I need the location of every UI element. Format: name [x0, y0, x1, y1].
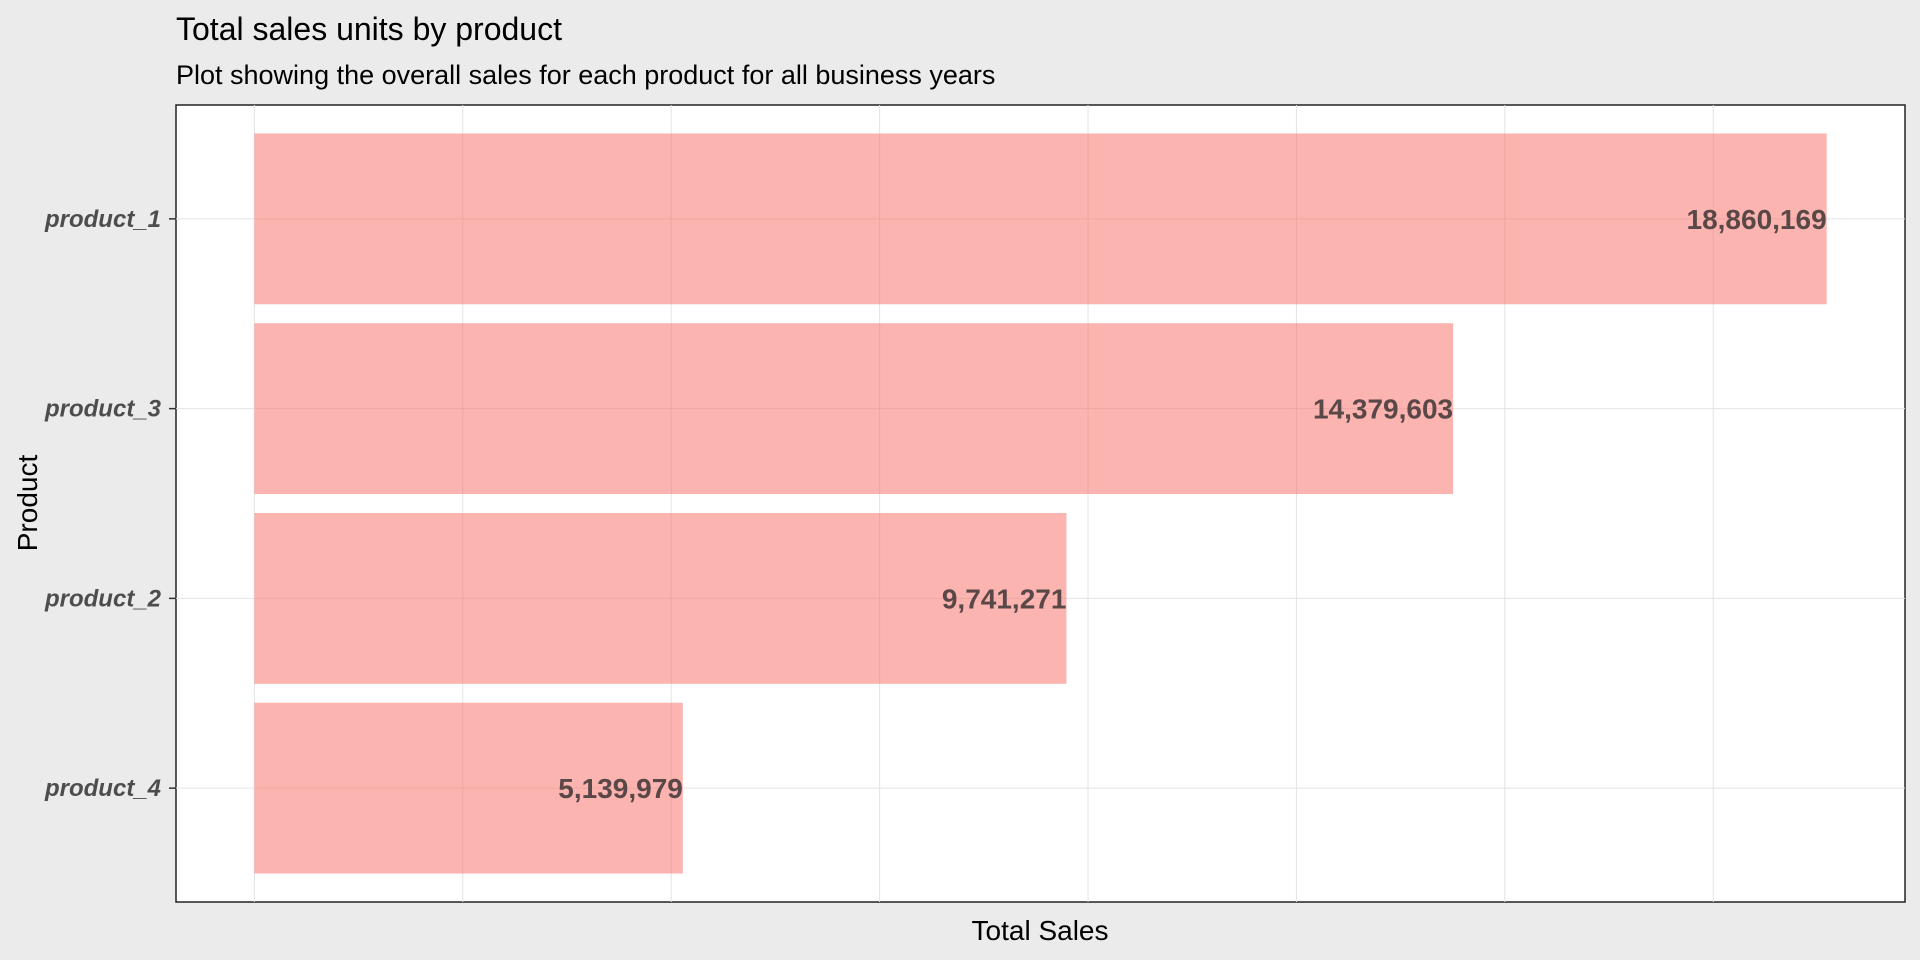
y-tick-label: product_1	[44, 206, 161, 233]
chart-title: Total sales units by product	[176, 11, 562, 47]
y-tick-label: product_2	[44, 585, 162, 612]
bar-value-label: 9,741,271	[942, 583, 1067, 614]
y-axis-title: Product	[12, 455, 43, 552]
bar-chart: Total sales units by product Plot showin…	[0, 0, 1920, 960]
chart-container: Total sales units by product Plot showin…	[0, 0, 1920, 960]
chart-subtitle: Plot showing the overall sales for each …	[176, 60, 995, 90]
x-axis-title: Total Sales	[972, 915, 1109, 946]
bar-value-label: 14,379,603	[1313, 394, 1453, 425]
bar-value-label: 5,139,979	[558, 773, 683, 804]
bar-product_1	[254, 133, 1827, 305]
y-tick-label: product_3	[44, 396, 162, 423]
y-tick-label: product_4	[44, 775, 161, 802]
bar-value-label: 18,860,169	[1687, 204, 1827, 235]
bar-product_3	[254, 323, 1454, 495]
